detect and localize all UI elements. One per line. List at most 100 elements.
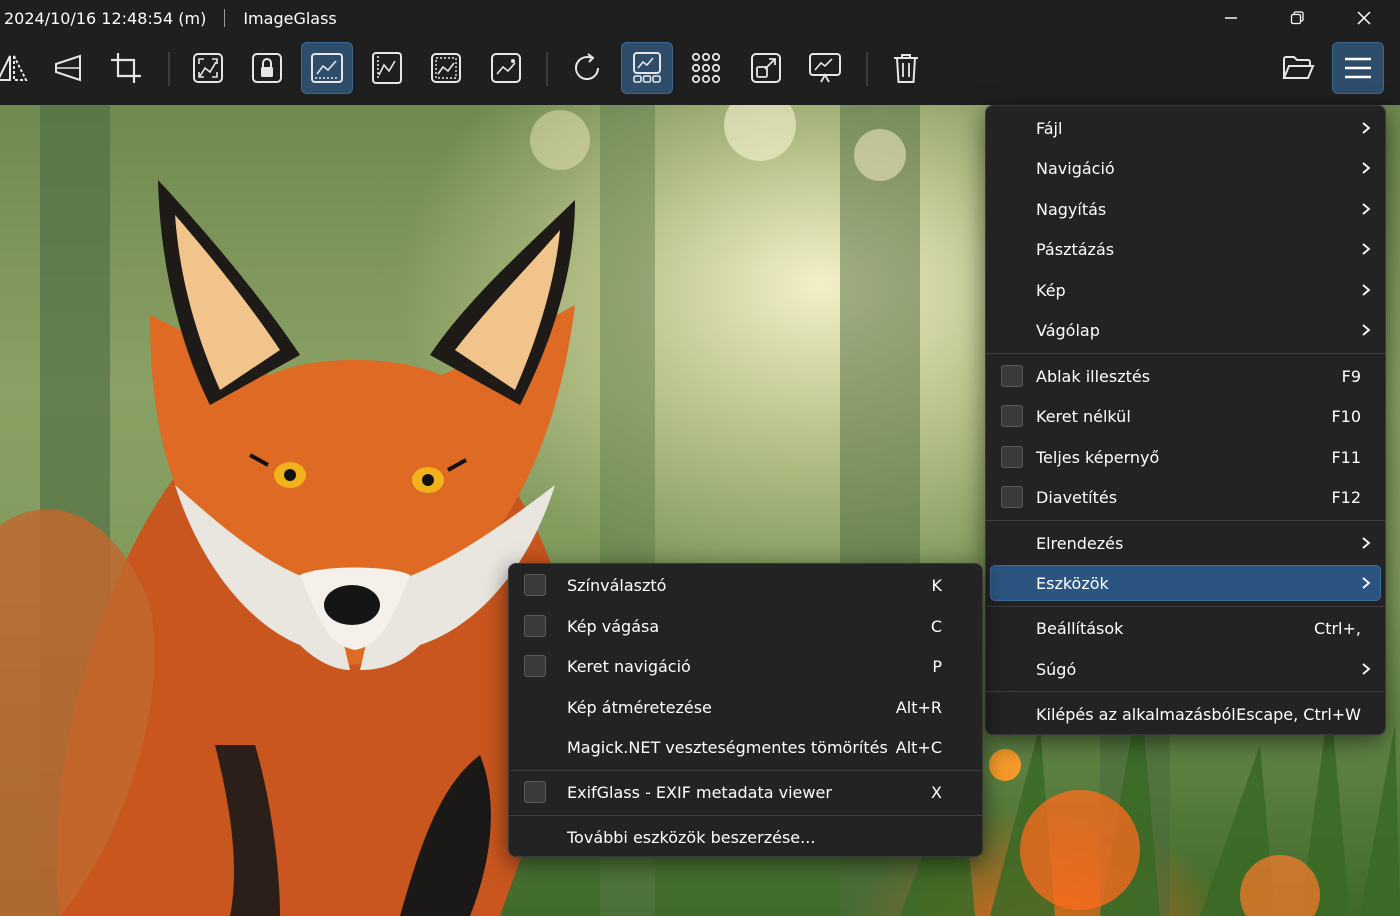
restore-icon <box>1290 11 1304 25</box>
chevron-right-icon <box>1362 577 1371 589</box>
auto-zoom-icon <box>193 53 223 83</box>
open-folder-icon <box>1282 56 1315 79</box>
menu-separator <box>509 770 982 771</box>
checkbox[interactable] <box>524 615 546 637</box>
menu-item-shortcut: F11 <box>1331 447 1361 467</box>
scale-to-fill-button[interactable] <box>480 42 532 94</box>
scale-to-fit-button[interactable] <box>420 42 472 94</box>
restore-button[interactable] <box>1264 0 1330 36</box>
menu-item-label: Vágólap <box>1036 320 1100 340</box>
minimize-button[interactable] <box>1198 0 1264 36</box>
menu-item-label: Keret nélkül <box>1036 406 1131 426</box>
checkbox[interactable] <box>1001 405 1023 427</box>
thumbnail-grid-button[interactable] <box>680 42 732 94</box>
menu-item-shortcut: F9 <box>1341 366 1361 386</box>
menu-item-slideshow[interactable]: Diavetítés F12 <box>990 479 1381 515</box>
menu-item-label: Diavetítés <box>1036 487 1118 507</box>
menu-separator <box>986 691 1385 692</box>
menu-item-label: Súgó <box>1036 659 1077 679</box>
menu-item-image[interactable]: Kép <box>990 272 1381 308</box>
lock-zoom-icon <box>252 53 282 83</box>
slideshow-button[interactable] <box>799 42 851 94</box>
perspective-icon <box>55 54 81 82</box>
flip-button[interactable] <box>0 42 38 94</box>
menu-item-label: További eszközök beszerzése... <box>567 827 816 847</box>
menu-item-color-picker[interactable]: Színválasztó K <box>513 567 978 603</box>
chevron-right-icon <box>1362 203 1371 215</box>
minimize-icon <box>1225 17 1237 19</box>
perspective-button[interactable] <box>42 42 94 94</box>
window-title-filename: 2024/10/16 12:48:54 (m) <box>4 8 207 28</box>
gallery-icon <box>633 52 661 83</box>
menu-item-label: Fájl <box>1036 118 1063 138</box>
menu-item-help[interactable]: Súgó <box>990 651 1381 687</box>
menu-item-full-screen[interactable]: Teljes képernyő F11 <box>990 439 1381 475</box>
menu-item-label: Nagyítás <box>1036 199 1107 219</box>
slideshow-icon <box>809 53 841 83</box>
scale-to-fit-icon <box>431 53 461 83</box>
title-bar: 2024/10/16 12:48:54 (m) ImageGlass <box>0 0 1400 36</box>
menu-item-settings[interactable]: Beállítások Ctrl+, <box>990 610 1381 646</box>
checkbox[interactable] <box>1001 446 1023 468</box>
menu-item-navigation[interactable]: Navigáció <box>990 150 1381 186</box>
menu-item-label: Pásztázás <box>1036 239 1115 259</box>
menu-item-label: Kép <box>1036 280 1066 300</box>
refresh-button[interactable] <box>561 42 613 94</box>
close-button[interactable] <box>1331 0 1397 36</box>
tools-submenu: Színválasztó K Kép vágása C Keret navigá… <box>508 563 983 857</box>
checkbox[interactable] <box>524 574 546 596</box>
scale-to-width-button[interactable] <box>301 42 353 94</box>
menu-item-shortcut: Alt+C <box>895 737 942 757</box>
menu-item-tools[interactable]: Eszközök <box>990 565 1381 601</box>
checkbox[interactable] <box>1001 365 1023 387</box>
gallery-button[interactable] <box>621 42 673 94</box>
menu-item-clipboard[interactable]: Vágólap <box>990 312 1381 348</box>
thumbnail-grid-icon <box>691 52 721 84</box>
refresh-icon <box>575 53 600 80</box>
chevron-right-icon <box>1362 537 1371 549</box>
menu-separator <box>509 815 982 816</box>
menu-item-layout[interactable]: Elrendezés <box>990 525 1381 561</box>
menu-item-zoom[interactable]: Nagyítás <box>990 191 1381 227</box>
menu-item-shortcut: F10 <box>1331 406 1361 426</box>
menu-item-shortcut: P <box>932 656 942 676</box>
menu-item-exit[interactable]: Kilépés az alkalmazásból Escape, Ctrl+W <box>990 696 1381 732</box>
menu-item-shortcut: X <box>931 782 942 802</box>
toolbar-separator <box>546 52 548 86</box>
menu-item-label: Keret navigáció <box>567 656 691 676</box>
auto-zoom-button[interactable] <box>182 42 234 94</box>
menu-item-exifglass[interactable]: ExifGlass - EXIF metadata viewer X <box>513 774 978 810</box>
menu-item-crop-image[interactable]: Kép vágása C <box>513 608 978 644</box>
main-menu-button[interactable] <box>1332 42 1384 94</box>
checkbox[interactable] <box>524 655 546 677</box>
menu-item-label: Színválasztó <box>567 575 667 595</box>
menu-item-file[interactable]: Fájl <box>990 110 1381 146</box>
crop-icon <box>111 53 141 83</box>
flip-icon <box>0 55 28 81</box>
toolbar-separator <box>866 52 868 86</box>
menu-separator <box>986 520 1385 521</box>
title-divider <box>224 9 226 27</box>
delete-button[interactable] <box>880 42 932 94</box>
crop-button[interactable] <box>100 42 152 94</box>
menu-item-window-fit[interactable]: Ablak illesztés F9 <box>990 358 1381 394</box>
menu-item-panning[interactable]: Pásztázás <box>990 231 1381 267</box>
menu-item-label: Magick.NET veszteségmentes tömörítés <box>567 737 888 757</box>
menu-item-frame-navigation[interactable]: Keret navigáció P <box>513 648 978 684</box>
scale-to-fill-icon <box>491 53 521 83</box>
menu-item-get-more-tools[interactable]: További eszközök beszerzése... <box>513 819 978 855</box>
scale-to-height-button[interactable] <box>361 42 413 94</box>
chevron-right-icon <box>1362 162 1371 174</box>
chevron-right-icon <box>1362 243 1371 255</box>
menu-item-lossless-compression[interactable]: Magick.NET veszteségmentes tömörítés Alt… <box>513 729 978 765</box>
menu-item-label: Eszközök <box>1036 573 1109 593</box>
menu-item-frameless[interactable]: Keret nélkül F10 <box>990 398 1381 434</box>
close-icon <box>1357 11 1371 25</box>
checkbox[interactable] <box>1001 486 1023 508</box>
checkbox[interactable] <box>524 781 546 803</box>
menu-item-resize-image[interactable]: Kép átméretezése Alt+R <box>513 689 978 725</box>
lock-zoom-button[interactable] <box>241 42 293 94</box>
full-screen-button[interactable] <box>740 42 792 94</box>
open-folder-button[interactable] <box>1272 42 1324 94</box>
menu-item-label: ExifGlass - EXIF metadata viewer <box>567 782 832 802</box>
